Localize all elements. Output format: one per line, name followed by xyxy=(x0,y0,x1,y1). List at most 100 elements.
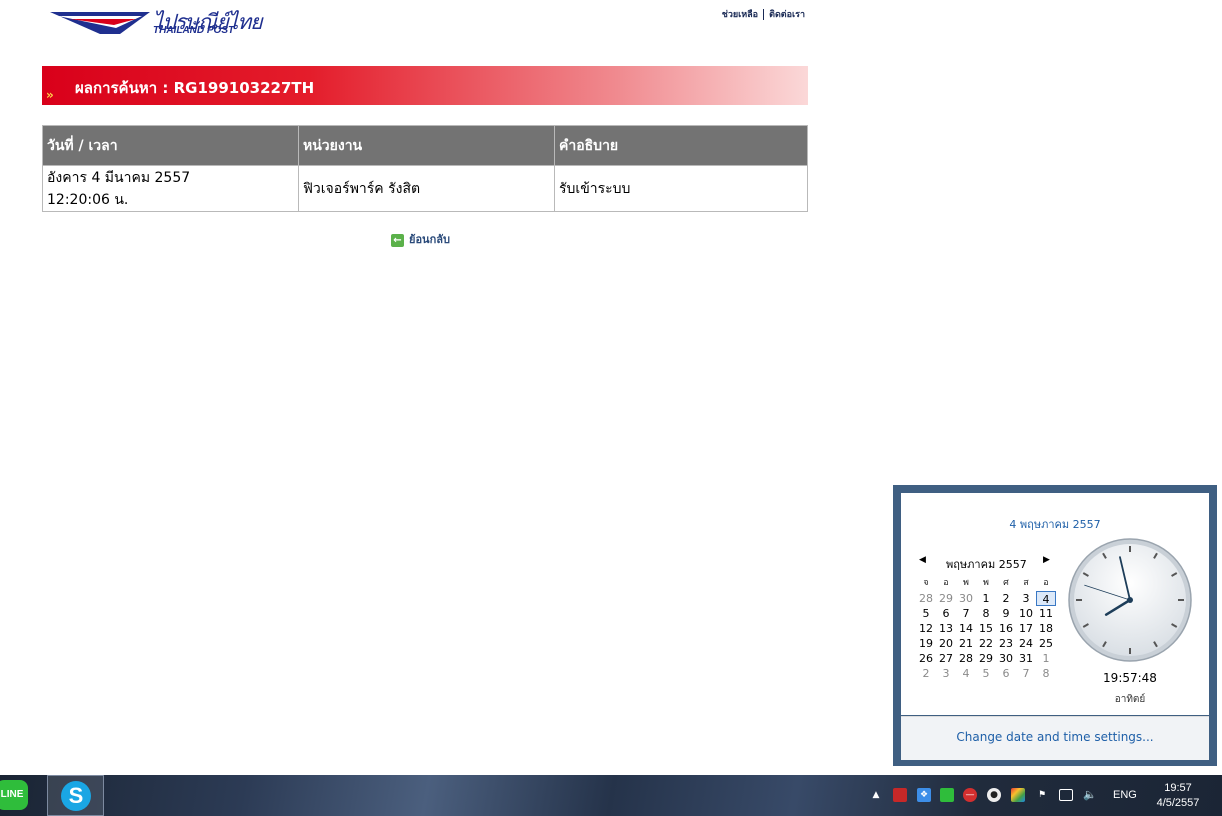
analog-clock xyxy=(1068,538,1192,662)
back-link[interactable]: ← ย้อนกลับ xyxy=(391,230,450,248)
calendar-day[interactable]: 5 xyxy=(916,606,936,621)
calendar-day[interactable]: 4 xyxy=(1036,591,1056,606)
calendar-day[interactable]: 1 xyxy=(976,591,996,606)
line-icon: LINE xyxy=(0,780,28,810)
back-arrow-icon: ← xyxy=(391,233,404,247)
action-center-flag-icon[interactable]: ⚑ xyxy=(1035,788,1049,802)
calendar-day[interactable]: 15 xyxy=(976,621,996,636)
calendar-day[interactable]: 26 xyxy=(916,651,936,666)
network-icon[interactable] xyxy=(1059,789,1073,801)
calendar-day[interactable]: 8 xyxy=(976,606,996,621)
weekday-label: พ xyxy=(983,578,989,588)
calendar-week-row: 28 29 30 1 2 3 4 xyxy=(916,591,1056,606)
column-header-office: หน่วยงาน xyxy=(298,125,555,166)
calendar-day[interactable]: 10 xyxy=(1016,606,1036,621)
calendar-day[interactable]: 18 xyxy=(1036,621,1056,636)
calendar-day[interactable]: 6 xyxy=(936,606,956,621)
calendar-week-row: 12 13 14 15 16 17 18 xyxy=(916,621,1056,636)
weekday-label: ศ xyxy=(1003,578,1009,588)
full-date-link[interactable]: 4 พฤษภาคม 2557 xyxy=(901,515,1209,533)
app-tray-icon[interactable] xyxy=(893,788,907,802)
link-divider xyxy=(763,9,765,20)
weekday-label: อ xyxy=(1043,578,1049,588)
calendar-day[interactable]: 11 xyxy=(1036,606,1056,621)
calendar-day[interactable]: 23 xyxy=(996,636,1016,651)
calendar-day[interactable]: 30 xyxy=(996,651,1016,666)
calendar-day[interactable]: 6 xyxy=(996,666,1016,681)
calendar-day[interactable]: 29 xyxy=(936,591,956,606)
steam-icon[interactable]: ● xyxy=(987,788,1001,802)
calendar-day[interactable]: 19 xyxy=(916,636,936,651)
tracking-table: วันที่ / เวลา หน่วยงาน คำอธิบาย อังคาร 4… xyxy=(42,125,808,212)
cell-office: ฟิวเจอร์พาร์ค รังสิต xyxy=(298,165,555,212)
dropbox-icon[interactable]: ❖ xyxy=(917,788,931,802)
cell-date: อังคาร 4 มีนาคม 2557 xyxy=(47,169,191,186)
calendar-day[interactable]: 16 xyxy=(996,621,1016,636)
change-date-time-settings-link[interactable]: Change date and time settings... xyxy=(901,730,1209,744)
calendar-day[interactable]: 2 xyxy=(916,666,936,681)
show-hidden-icons-icon[interactable]: ▲ xyxy=(869,788,883,802)
next-month-icon[interactable]: ▶ xyxy=(1043,555,1050,565)
calendar-day[interactable]: 7 xyxy=(956,606,976,621)
calendar-week-row: 2345678 xyxy=(916,666,1056,681)
taskbar-time: 19:57 xyxy=(1164,782,1192,794)
line-tray-icon[interactable] xyxy=(940,788,954,802)
taskbar-line-button[interactable]: LINE xyxy=(0,775,38,816)
help-link[interactable]: ช่วยเหลือ xyxy=(722,10,758,20)
calendar-day[interactable]: 2 xyxy=(996,591,1016,606)
blocker-icon[interactable]: — xyxy=(963,788,977,802)
calendar-week-row: 5 6 7 8 9 10 11 xyxy=(916,606,1056,621)
calendar-day[interactable]: 22 xyxy=(976,636,996,651)
calendar-day[interactable]: 31 xyxy=(1016,651,1036,666)
calendar-day[interactable]: 28 xyxy=(956,651,976,666)
volume-icon[interactable]: 🔈 xyxy=(1083,788,1097,802)
search-result-banner: » ผลการค้นหา : RG199103227TH xyxy=(42,66,808,105)
search-result-title: ผลการค้นหา : RG199103227TH xyxy=(75,79,315,97)
calendar-day[interactable]: 25 xyxy=(1036,636,1056,651)
calendar-day[interactable]: 28 xyxy=(916,591,936,606)
logo-english-text: THAILAND POST xyxy=(153,25,235,36)
calendar-day[interactable]: 13 xyxy=(936,621,956,636)
top-links: ช่วยเหลือ ติดต่อเรา xyxy=(722,7,805,21)
calendar-day[interactable]: 14 xyxy=(956,621,976,636)
input-language[interactable]: ENG xyxy=(1113,789,1137,801)
calendar-day[interactable]: 8 xyxy=(1036,666,1056,681)
taskbar-clock[interactable]: 19:57 4/5/2557 xyxy=(1148,781,1208,811)
calendar-day[interactable]: 21 xyxy=(956,636,976,651)
calendar-day[interactable]: 3 xyxy=(1016,591,1036,606)
calendar-day[interactable]: 27 xyxy=(936,651,956,666)
calendar-day[interactable]: 30 xyxy=(956,591,976,606)
weekday-label: จ xyxy=(923,578,929,588)
cell-time: 12:20:06 น. xyxy=(47,191,129,208)
previous-month-icon[interactable]: ◀ xyxy=(919,555,926,565)
calendar-panel: 4 พฤษภาคม 2557 ◀ พฤษภาคม 2557 ▶ จอพพศสอ … xyxy=(901,493,1209,715)
weekday-header-row: จอพพศสอ xyxy=(916,576,1056,591)
calendar-day[interactable]: 1 xyxy=(1036,651,1056,666)
calendar-day[interactable]: 3 xyxy=(936,666,956,681)
column-header-datetime: วันที่ / เวลา xyxy=(42,125,299,166)
skype-icon: S xyxy=(61,781,91,811)
calendar-day[interactable]: 17 xyxy=(1016,621,1036,636)
column-header-description: คำอธิบาย xyxy=(554,125,808,166)
weekday-label: ส xyxy=(1023,578,1029,588)
taskbar-date: 4/5/2557 xyxy=(1156,797,1200,809)
graphics-icon[interactable] xyxy=(1011,788,1025,802)
calendar-week-row: 19 20 21 22 23 24 25 xyxy=(916,636,1056,651)
cell-description: รับเข้าระบบ xyxy=(554,165,808,212)
table-header-row: วันที่ / เวลา หน่วยงาน คำอธิบาย xyxy=(42,125,808,166)
contact-link[interactable]: ติดต่อเรา xyxy=(769,10,805,20)
calendar-day[interactable]: 24 xyxy=(1016,636,1036,651)
calendar-day[interactable]: 4 xyxy=(956,666,976,681)
calendar-day[interactable]: 7 xyxy=(1016,666,1036,681)
table-row: อังคาร 4 มีนาคม 2557 12:20:06 น. ฟิวเจอร… xyxy=(42,165,808,212)
clock-weekday: อาทิตย์ xyxy=(1114,694,1146,705)
calendar-week-row: 26 27 28 29 30 31 1 xyxy=(916,651,1056,666)
calendar-month-label[interactable]: พฤษภาคม 2557 xyxy=(946,555,1027,573)
calendar-day[interactable]: 12 xyxy=(916,621,936,636)
back-label: ย้อนกลับ xyxy=(409,233,450,246)
calendar-day[interactable]: 20 xyxy=(936,636,956,651)
calendar-day[interactable]: 29 xyxy=(976,651,996,666)
calendar-day[interactable]: 9 xyxy=(996,606,1016,621)
taskbar-skype-button[interactable]: S xyxy=(47,775,104,816)
calendar-day[interactable]: 5 xyxy=(976,666,996,681)
